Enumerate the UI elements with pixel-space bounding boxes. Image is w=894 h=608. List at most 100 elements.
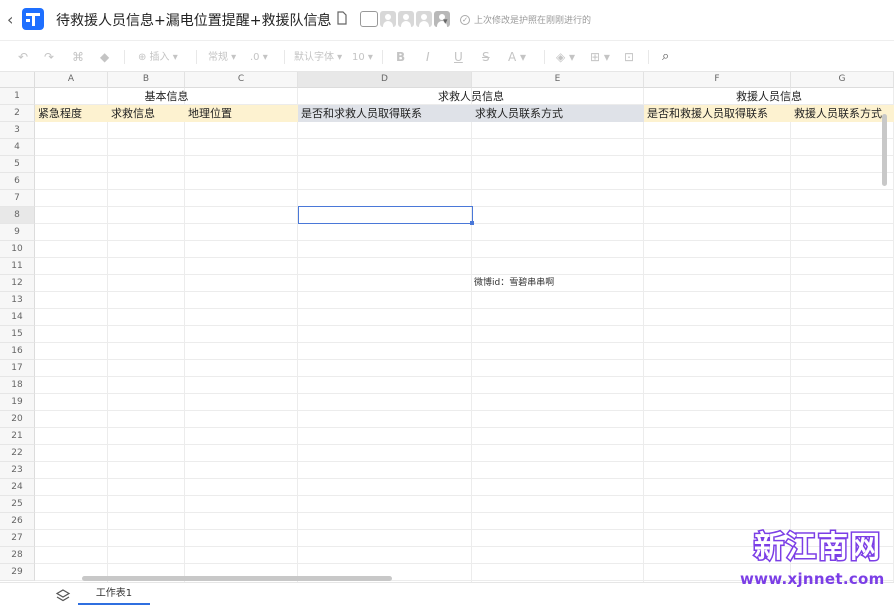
row-header-5[interactable]: 5 xyxy=(0,156,35,173)
toolbar-divider xyxy=(382,50,383,64)
row-header-10[interactable]: 10 xyxy=(0,241,35,258)
row-header-26[interactable]: 26 xyxy=(0,513,35,530)
strikethrough-button[interactable]: S xyxy=(482,49,490,65)
merged-header-cell[interactable]: 基本信息 xyxy=(35,88,298,105)
toolbar: ↶ ↷ ⌘ ◆ ⊕ 插入 ▾ 常规 ▾ .0 ▾ 默认字体 ▾ 10 ▾ B I… xyxy=(0,40,894,72)
fill-handle[interactable] xyxy=(470,221,474,225)
layers-icon[interactable] xyxy=(55,588,71,604)
watermark-title: 新江南网 xyxy=(754,530,882,565)
row-header-18[interactable]: 18 xyxy=(0,377,35,394)
select-all-corner[interactable] xyxy=(0,72,35,88)
chevron-down-icon[interactable]: ▾ xyxy=(443,13,448,31)
column-header-D[interactable]: D xyxy=(298,72,472,88)
spreadsheet-grid[interactable]: ABCDEFG 1 2 3 4 5 6 7 8 9 10 11 12 13 14 15 16 17 18 19 20 2… xyxy=(0,72,894,582)
collaborator-avatar[interactable] xyxy=(416,11,432,27)
toolbar-divider xyxy=(196,50,197,64)
column-title-cell-E[interactable]: 求救人员联系方式 xyxy=(475,105,563,122)
borders-button[interactable]: ⊞ ▾ xyxy=(590,49,610,65)
column-title-cell-F[interactable]: 是否和救援人员取得联系 xyxy=(647,105,768,122)
row-header-6[interactable]: 6 xyxy=(0,173,35,190)
row-header-2[interactable]: 2 xyxy=(0,105,35,122)
document-title[interactable]: 待救援人员信息+漏电位置提醒+救援队信息 xyxy=(56,10,331,30)
column-title-cell-B[interactable]: 求救信息 xyxy=(111,105,155,122)
row-header-13[interactable]: 13 xyxy=(0,292,35,309)
row-gridline xyxy=(35,308,894,309)
row-header-9[interactable]: 9 xyxy=(0,224,35,241)
merged-header-cell[interactable]: 求救人员信息 xyxy=(298,88,644,105)
row-header-3[interactable]: 3 xyxy=(0,122,35,139)
save-status-text: 上次修改是护照在刚刚进行的 xyxy=(474,16,592,26)
row-header-21[interactable]: 21 xyxy=(0,428,35,445)
column-header-C[interactable]: C xyxy=(185,72,298,88)
clear-format-button[interactable]: ◆ xyxy=(100,49,109,65)
row-header-12[interactable]: 12 xyxy=(0,275,35,292)
row-header-23[interactable]: 23 xyxy=(0,462,35,479)
insert-dropdown[interactable]: ⊕ 插入 ▾ xyxy=(138,50,178,66)
row-header-4[interactable]: 4 xyxy=(0,139,35,156)
row-header-17[interactable]: 17 xyxy=(0,360,35,377)
row-header-25[interactable]: 25 xyxy=(0,496,35,513)
underline-button[interactable]: U xyxy=(454,49,463,65)
column-title-cell-A[interactable]: 紧急程度 xyxy=(38,105,82,122)
format-painter-button[interactable]: ⌘ xyxy=(72,49,84,65)
row-header-28[interactable]: 28 xyxy=(0,547,35,564)
row-gridline xyxy=(35,427,894,428)
column-header-E[interactable]: E xyxy=(472,72,644,88)
column-gridline xyxy=(790,88,791,582)
collaborator-avatar[interactable] xyxy=(380,11,396,27)
row-header-22[interactable]: 22 xyxy=(0,445,35,462)
row-header-8[interactable]: 8 xyxy=(0,207,35,224)
collaborator-avatar[interactable] xyxy=(398,11,414,27)
collaborator-avatars[interactable] xyxy=(360,11,450,27)
undo-button[interactable]: ↶ xyxy=(18,49,28,65)
column-gridline xyxy=(297,88,298,582)
row-header-27[interactable]: 27 xyxy=(0,530,35,547)
merge-cells-button[interactable]: ⊡ xyxy=(624,49,634,65)
search-icon[interactable]: ⌕ xyxy=(662,49,669,65)
row-gridline xyxy=(35,172,894,173)
row-header-20[interactable]: 20 xyxy=(0,411,35,428)
row-header-29[interactable]: 29 xyxy=(0,564,35,581)
font-color-button[interactable]: A ▾ xyxy=(508,49,526,65)
row-gridline xyxy=(35,444,894,445)
row-header-7[interactable]: 7 xyxy=(0,190,35,207)
row-header-24[interactable]: 24 xyxy=(0,479,35,496)
sheet-tab-1[interactable]: 工作表1 xyxy=(78,583,150,605)
column-header-B[interactable]: B xyxy=(108,72,185,88)
column-header-F[interactable]: F xyxy=(644,72,791,88)
selected-cell-D8[interactable] xyxy=(298,206,473,224)
fill-color-button[interactable]: ◈ ▾ xyxy=(556,49,575,65)
row-gridline xyxy=(35,478,894,479)
file-export-icon[interactable] xyxy=(336,11,348,31)
column-title-cell-D[interactable]: 是否和求救人员取得联系 xyxy=(301,105,422,122)
decimal-dropdown[interactable]: .0 ▾ xyxy=(250,50,268,66)
font-family-dropdown[interactable]: 默认字体 ▾ xyxy=(294,50,342,66)
font-size-dropdown[interactable]: 10 ▾ xyxy=(352,50,373,66)
row-header-14[interactable]: 14 xyxy=(0,309,35,326)
column-header-G[interactable]: G xyxy=(791,72,894,88)
row-header-15[interactable]: 15 xyxy=(0,326,35,343)
horizontal-scrollbar[interactable] xyxy=(82,576,392,581)
row-header-1[interactable]: 1 xyxy=(0,88,35,105)
merged-header-cell[interactable]: 救援人员信息 xyxy=(644,88,894,105)
row-header-16[interactable]: 16 xyxy=(0,343,35,360)
back-arrow-icon[interactable]: ‹ xyxy=(7,10,21,30)
collaborator-avatar[interactable] xyxy=(360,11,378,27)
number-format-dropdown[interactable]: 常规 ▾ xyxy=(208,50,236,66)
redo-button[interactable]: ↷ xyxy=(44,49,54,65)
row-gridline xyxy=(35,257,894,258)
italic-button[interactable]: I xyxy=(426,49,430,65)
column-header-A[interactable]: A xyxy=(35,72,108,88)
row-gridline xyxy=(35,342,894,343)
column-title-cell-C[interactable]: 地理位置 xyxy=(188,105,232,122)
row-header-11[interactable]: 11 xyxy=(0,258,35,275)
bold-button[interactable]: B xyxy=(396,49,405,65)
row-header-19[interactable]: 19 xyxy=(0,394,35,411)
column-title-cell-G[interactable]: 救援人员联系方式 xyxy=(794,105,882,122)
star-icon[interactable]: ☆ xyxy=(316,11,328,29)
note-cell-E12[interactable]: 微博id：雪碧串串啊 xyxy=(474,275,554,292)
row-gridline xyxy=(35,393,894,394)
vertical-scrollbar[interactable] xyxy=(882,114,887,186)
toolbar-divider xyxy=(544,50,545,64)
row-gridline xyxy=(35,325,894,326)
